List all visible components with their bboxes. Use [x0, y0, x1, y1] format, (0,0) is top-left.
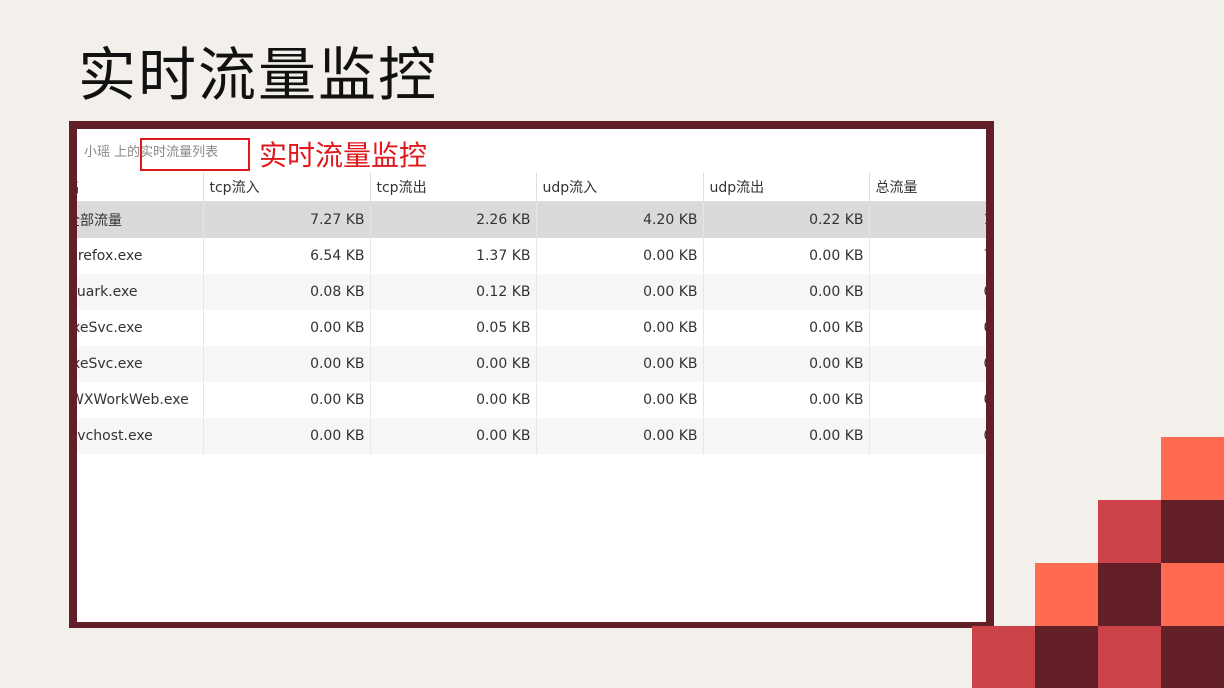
cell-udp-out: 0.00 KB [703, 418, 870, 454]
cell-tcp-in: 0.00 KB [203, 310, 371, 346]
cell-name: svchost.exe [77, 418, 204, 454]
cell-tcp-in: 0.00 KB [203, 346, 371, 382]
traffic-window: 小瑶 上的实时流量列表 实时流量监控 名 tcp流入 tcp流出 udp流入 u… [77, 129, 986, 622]
cell-tcp-out: 0.05 KB [370, 310, 537, 346]
deco-block [1035, 563, 1098, 626]
cell-total-value: 0 [984, 428, 987, 444]
cell-udp-in: 0.00 KB [536, 310, 704, 346]
cell-udp-in: 0.00 KB [536, 346, 704, 382]
cell-total: 0 [869, 382, 986, 418]
window-titlebar: 小瑶 上的实时流量列表 实时流量监控 [77, 129, 986, 174]
cell-total-value: 7 [984, 248, 987, 264]
highlight-box [140, 138, 250, 171]
cell-total-value: 0 [984, 320, 987, 336]
deco-block [1161, 563, 1224, 626]
cell-udp-in: 0.00 KB [536, 382, 704, 418]
cell-tcp-in: 0.00 KB [203, 418, 371, 454]
cell-total: 13 [869, 201, 987, 238]
table-row[interactable]: firefox.exe 6.54 KB 1.37 KB 0.00 KB 0.00… [77, 238, 986, 274]
cell-udp-in: 0.00 KB [536, 418, 704, 454]
deco-block [1098, 500, 1161, 563]
cell-tcp-in: 7.27 KB [203, 201, 371, 238]
cell-tcp-out: 0.00 KB [370, 418, 537, 454]
cell-tcp-out: 0.00 KB [370, 346, 537, 382]
column-header-name[interactable]: 名 [77, 173, 204, 202]
annotation-label: 实时流量监控 [259, 139, 428, 172]
cell-udp-out: 0.00 KB [703, 238, 870, 274]
cell-name: WXWorkWeb.exe [77, 382, 204, 418]
cell-total: 7 [869, 238, 986, 274]
deco-block [1161, 500, 1224, 563]
deco-block [1161, 626, 1224, 688]
cell-udp-out: 0.00 KB [703, 346, 870, 382]
deco-block [1098, 563, 1161, 626]
column-header-tcp-in[interactable]: tcp流入 [203, 173, 371, 202]
deco-block [1098, 626, 1161, 688]
column-header-udp-in[interactable]: udp流入 [536, 173, 704, 202]
cell-tcp-in: 0.00 KB [203, 382, 371, 418]
cell-name: xeSvc.exe [77, 310, 204, 346]
column-header-total[interactable]: 总流量 [869, 173, 986, 202]
cell-tcp-out: 2.26 KB [370, 201, 537, 238]
cell-udp-out: 0.22 KB [703, 201, 870, 238]
table-row[interactable]: 全部流量 7.27 KB 2.26 KB 4.20 KB 0.22 KB 13 [77, 201, 987, 238]
cell-total: 0 [869, 274, 986, 310]
table-row[interactable]: xeSvc.exe 0.00 KB 0.05 KB 0.00 KB 0.00 K… [77, 310, 986, 346]
cell-tcp-out: 1.37 KB [370, 238, 537, 274]
slide-title: 实时流量监控 [78, 41, 439, 109]
table-row[interactable]: quark.exe 0.08 KB 0.12 KB 0.00 KB 0.00 K… [77, 274, 986, 310]
cell-tcp-out: 0.12 KB [370, 274, 537, 310]
cell-name: xeSvc.exe [77, 346, 204, 382]
cell-udp-out: 0.00 KB [703, 274, 870, 310]
cell-tcp-in: 0.08 KB [203, 274, 371, 310]
column-header-udp-out[interactable]: udp流出 [703, 173, 870, 202]
traffic-table: 名 tcp流入 tcp流出 udp流入 udp流出 总流量 全部流量 7.27 … [77, 173, 986, 454]
cell-udp-in: 4.20 KB [536, 201, 704, 238]
cell-udp-out: 0.00 KB [703, 310, 870, 346]
cell-total: 0 [869, 418, 986, 454]
table-row[interactable]: svchost.exe 0.00 KB 0.00 KB 0.00 KB 0.00… [77, 418, 986, 454]
cell-tcp-out: 0.00 KB [370, 382, 537, 418]
cell-name: firefox.exe [77, 238, 204, 274]
cell-name: quark.exe [77, 274, 204, 310]
deco-block [1161, 437, 1224, 500]
cell-udp-out: 0.00 KB [703, 382, 870, 418]
cell-tcp-in: 6.54 KB [203, 238, 371, 274]
cell-total-value: 13 [984, 212, 987, 228]
deco-block [972, 626, 1035, 688]
column-header-tcp-out[interactable]: tcp流出 [370, 173, 537, 202]
table-row[interactable]: xeSvc.exe 0.00 KB 0.00 KB 0.00 KB 0.00 K… [77, 346, 986, 382]
deco-block [1035, 626, 1098, 688]
screenshot-frame: 小瑶 上的实时流量列表 实时流量监控 名 tcp流入 tcp流出 udp流入 u… [69, 121, 994, 628]
cell-name: 全部流量 [77, 201, 204, 238]
cell-total: 0 [869, 310, 986, 346]
cell-total-value: 0 [984, 356, 987, 372]
table-row[interactable]: WXWorkWeb.exe 0.00 KB 0.00 KB 0.00 KB 0.… [77, 382, 986, 418]
cell-total-value: 0 [984, 284, 987, 300]
cell-udp-in: 0.00 KB [536, 274, 704, 310]
table-header-row: 名 tcp流入 tcp流出 udp流入 udp流出 总流量 [77, 173, 986, 202]
cell-total-value: 0 [984, 392, 987, 408]
cell-udp-in: 0.00 KB [536, 238, 704, 274]
cell-total: 0 [869, 346, 986, 382]
